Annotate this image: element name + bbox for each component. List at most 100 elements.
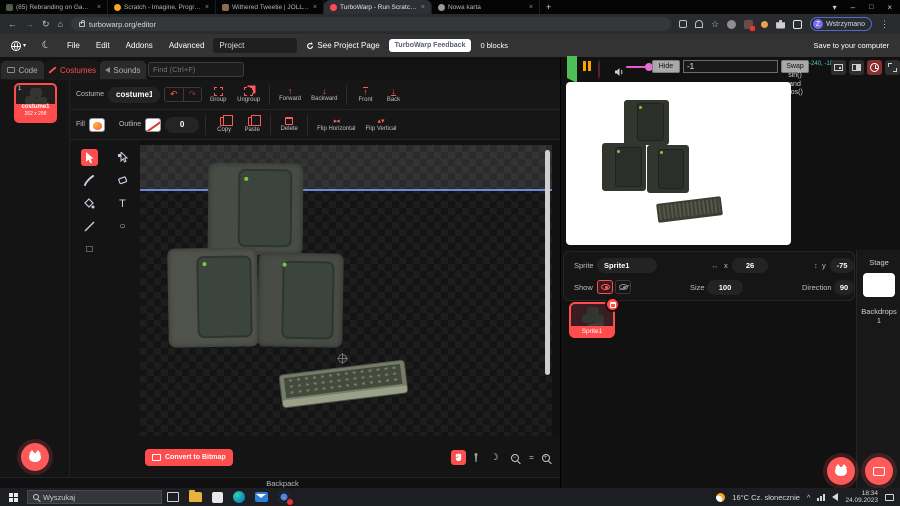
add-costume-button[interactable] — [21, 443, 49, 471]
profile-chip[interactable]: Z Wstrzymano — [810, 17, 872, 31]
bookmark-star-icon[interactable]: ☆ — [711, 19, 719, 30]
speaker-icon[interactable] — [832, 493, 839, 501]
flip-horizontal-button[interactable]: ▸◂ Flip Horizontal — [314, 117, 358, 132]
stage[interactable] — [566, 82, 791, 245]
swap-sincos-button[interactable]: Swap sin() and cos() — [781, 60, 809, 96]
tab-close-icon[interactable]: × — [205, 4, 209, 11]
browser-back-icon[interactable]: ← — [8, 19, 17, 29]
edge-icon[interactable] — [233, 491, 245, 503]
notifications-icon[interactable] — [885, 493, 894, 501]
browser-tab-scratch[interactable]: Scratch - Imagine, Program, Sha × — [108, 0, 216, 14]
task-view-icon[interactable] — [167, 492, 179, 502]
window-maximize-icon[interactable]: □ — [869, 4, 873, 11]
paint-canvas[interactable] — [140, 145, 552, 436]
hide-cursor-button[interactable]: Hide Cursor — [652, 60, 680, 81]
tab-close-icon[interactable]: × — [529, 4, 533, 11]
tray-chevron-icon[interactable]: ^ — [807, 493, 811, 502]
eyedropper-button[interactable] — [468, 450, 483, 465]
mail-icon[interactable] — [255, 492, 268, 502]
tab-code[interactable]: Code — [0, 60, 45, 80]
text-tool[interactable]: T — [114, 195, 131, 212]
backpack-bar[interactable]: Backpack — [0, 477, 565, 488]
fill-tool[interactable] — [81, 195, 98, 212]
zoom-reset-button[interactable]: = — [524, 450, 539, 465]
redo-icon[interactable]: ↷ — [184, 88, 202, 101]
convert-to-bitmap-button[interactable]: Convert to Bitmap — [145, 449, 233, 466]
weather-icon[interactable] — [716, 492, 726, 502]
large-stage-button[interactable] — [849, 60, 864, 75]
browser-home-icon[interactable]: ⌂ — [58, 19, 63, 29]
extensions-puzzle-icon[interactable] — [776, 19, 786, 29]
clock-addon-button[interactable] — [867, 60, 882, 75]
outline-color-swatch[interactable] — [145, 117, 162, 132]
browser-forward-icon[interactable]: → — [25, 19, 34, 29]
undo-icon[interactable]: ↶ — [165, 88, 184, 101]
network-icon[interactable] — [817, 493, 826, 501]
eraser-tool[interactable] — [114, 172, 131, 189]
addon-value-input[interactable] — [683, 60, 778, 73]
fullscreen-button[interactable] — [885, 60, 900, 75]
backdrop-thumbnail[interactable] — [863, 273, 895, 297]
project-name-input[interactable] — [213, 38, 298, 53]
delete-sprite-button[interactable] — [605, 297, 620, 312]
costume-name-input[interactable] — [108, 86, 161, 103]
tab-close-icon[interactable]: × — [313, 4, 317, 11]
canvas-vertical-scrollbar[interactable] — [545, 150, 550, 375]
show-visible-button[interactable] — [597, 280, 613, 294]
forward-button[interactable]: ↑ Forward — [276, 87, 304, 103]
paint-dark-mode-button[interactable]: ☽ — [487, 450, 502, 465]
browser-tab-turbowarp-active[interactable]: TurboWarp - Run Scratch projec × — [324, 0, 432, 14]
language-button[interactable]: ▾ — [4, 34, 33, 57]
taskbar-clock[interactable]: 18:34 24.09.2023 — [845, 490, 878, 505]
rectangle-tool[interactable]: □ — [81, 241, 98, 258]
menu-advanced[interactable]: Advanced — [162, 34, 212, 57]
flip-vertical-button[interactable]: ▴▾ Flip Vertical — [363, 117, 400, 132]
zoom-out-button[interactable]: − — [507, 450, 522, 465]
drawing-monitor-left[interactable] — [167, 247, 259, 348]
install-icon[interactable] — [678, 20, 687, 28]
dark-extension-icon[interactable] — [793, 19, 803, 29]
browser-tab-new[interactable]: Nowa karta × — [432, 0, 540, 14]
direction-input[interactable] — [834, 280, 854, 295]
share-icon[interactable] — [694, 20, 703, 28]
fill-color-swatch[interactable] — [88, 117, 105, 132]
window-close-icon[interactable]: × — [887, 3, 892, 12]
add-sprite-button[interactable] — [827, 457, 855, 485]
x-input[interactable] — [732, 258, 768, 273]
camera-extension-icon[interactable] — [727, 19, 737, 29]
find-input[interactable] — [148, 62, 244, 77]
url-text[interactable]: turbowarp.org/editor — [89, 20, 156, 29]
see-project-page-button[interactable]: See Project Page — [299, 34, 386, 57]
sprite-name-input[interactable] — [597, 258, 657, 273]
tab-sounds[interactable]: Sounds — [99, 60, 147, 80]
group-button[interactable]: Group — [206, 86, 230, 103]
browser-menu-icon[interactable]: ⋮ — [880, 19, 889, 30]
weather-text[interactable]: 16°C Cz. słonecznie — [732, 493, 800, 502]
drawing-monitor-top[interactable] — [207, 162, 304, 256]
volume-speaker-icon[interactable] — [615, 63, 624, 81]
tab-costumes[interactable]: Costumes — [46, 60, 98, 80]
window-minimize-icon[interactable]: – — [851, 3, 855, 12]
chrome-icon[interactable] — [278, 491, 293, 505]
delete-button[interactable]: Delete — [277, 117, 301, 132]
stop-button[interactable] — [598, 60, 600, 79]
browser-tab-gamejolt[interactable]: (85) Rebranding on Game Jolt: "I × — [0, 0, 108, 14]
show-hidden-button[interactable] — [615, 280, 631, 294]
feedback-button[interactable]: TurboWarp Feedback — [388, 39, 472, 52]
select-tool[interactable] — [81, 149, 98, 166]
taskbar-search[interactable]: Wyszukaj — [27, 490, 162, 504]
url-bar[interactable]: turbowarp.org/editor — [70, 17, 671, 31]
copy-button[interactable]: Copy — [212, 114, 236, 133]
sprite-item-selected[interactable]: Sprite1 — [569, 297, 620, 338]
cursor-mode-button[interactable] — [451, 450, 466, 465]
tab-close-icon[interactable]: × — [97, 4, 101, 11]
menu-addons[interactable]: Addons — [119, 34, 160, 57]
new-tab-button[interactable]: + — [540, 0, 560, 14]
drawing-keyboard[interactable] — [278, 359, 409, 409]
circle-tool[interactable]: ○ — [114, 218, 131, 235]
green-flag-button[interactable] — [567, 56, 577, 83]
orange-extension-icon[interactable] — [761, 20, 769, 28]
browser-reload-icon[interactable]: ↻ — [42, 19, 50, 30]
theme-toggle-button[interactable]: ☾ — [35, 34, 58, 57]
brush-tool[interactable] — [81, 172, 98, 189]
